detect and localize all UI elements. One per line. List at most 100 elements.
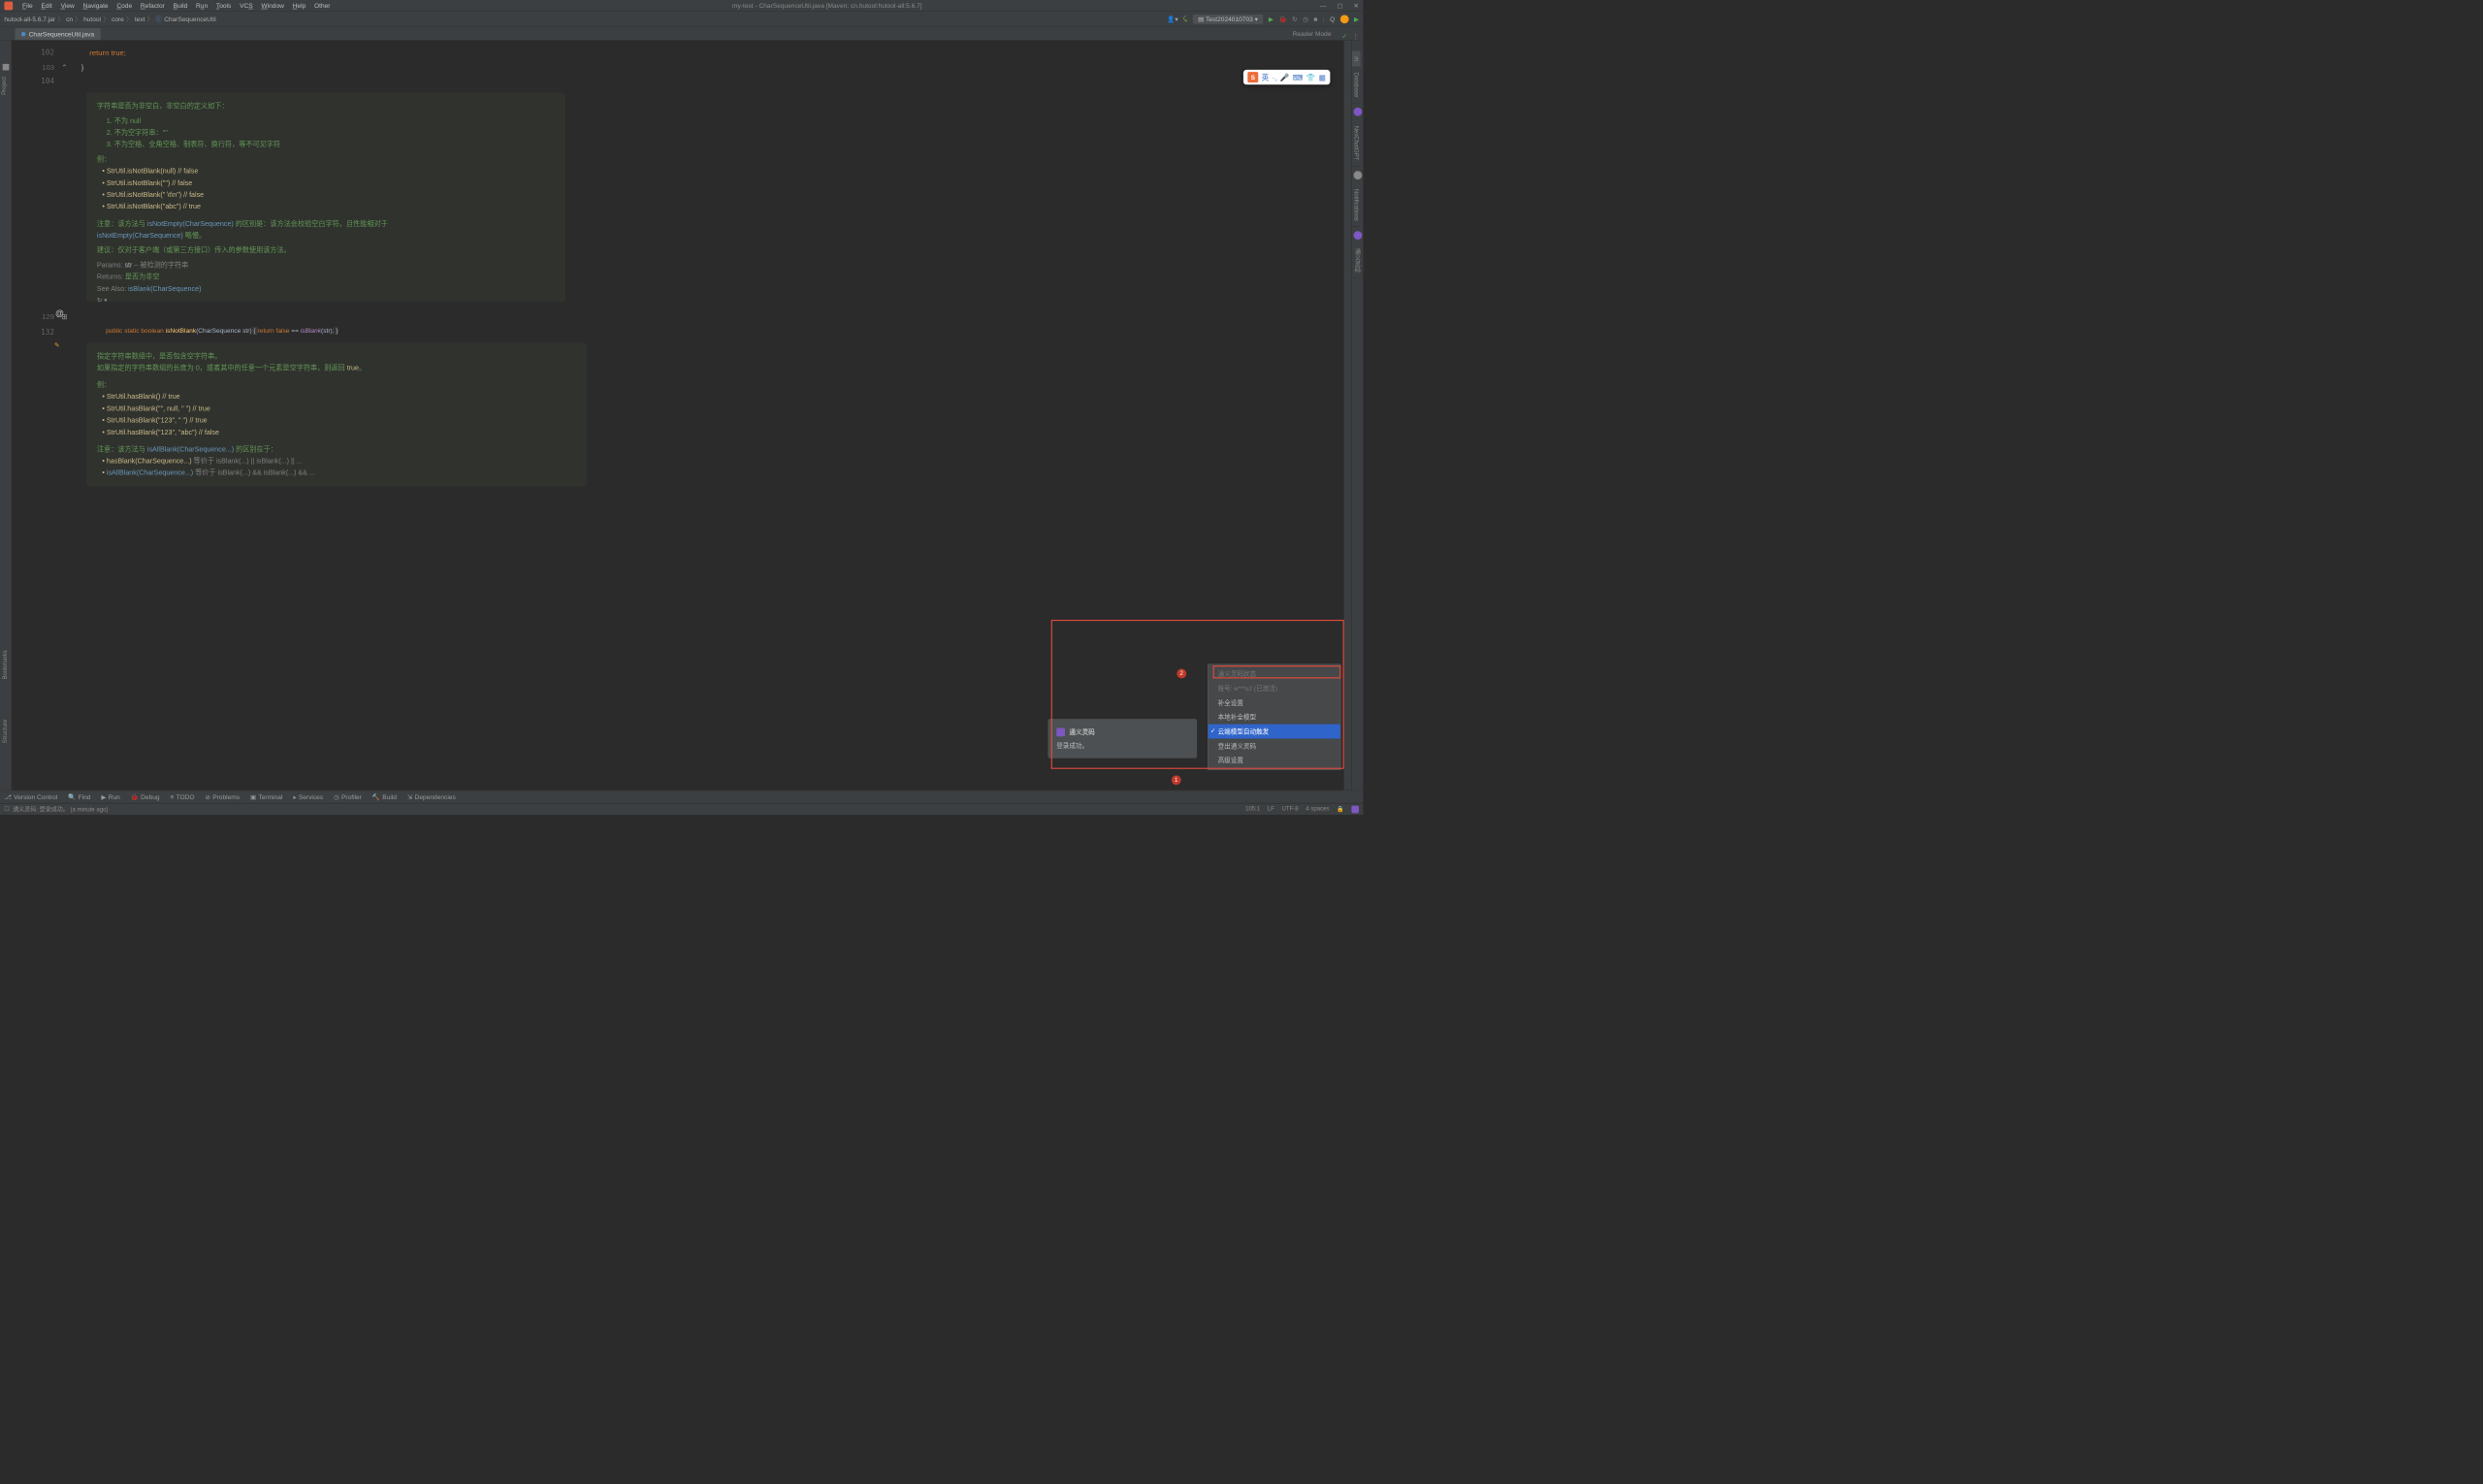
jd-intro: 指定字符串数组中，是否包含空字符串。 [97, 350, 576, 362]
breadcrumb-jar[interactable]: hutool-all-5.6.7.jar [4, 16, 55, 23]
debug-button[interactable]: 🐞 Debug [131, 793, 160, 801]
bottom-tool-bar: ⎇ Version Control 🔍 Find ▶ Run 🐞 Debug ≡… [0, 790, 1363, 803]
lightbulb-icon[interactable]: ✎ [54, 341, 60, 349]
ctx-completion-settings[interactable]: 补全设置 [1209, 695, 1340, 710]
run-configuration-dropdown[interactable]: ▤ Test2024010703 ▾ [1193, 15, 1264, 24]
reader-mode-toggle[interactable]: Reader Mode [1293, 29, 1332, 37]
minimize-icon[interactable]: — [1320, 2, 1327, 10]
file-tab-charsequenceutil[interactable]: CharSequenceUtil.java [15, 28, 100, 40]
menu-navigate[interactable]: Navigate [79, 2, 113, 10]
profile-icon[interactable]: ◷ [1303, 16, 1308, 23]
database-tool-button[interactable]: Database [1352, 67, 1361, 103]
debug-icon[interactable]: 🐞 [1278, 16, 1286, 23]
nexchatgpt-icon[interactable] [1353, 108, 1362, 116]
notifications-tool-button[interactable]: Notifications [1352, 183, 1361, 226]
maven-tool-button[interactable]: m [1352, 51, 1361, 68]
ctx-logout[interactable]: 登出通义灵码 [1209, 738, 1340, 753]
tongyi-icon[interactable] [1353, 231, 1362, 240]
menu-file[interactable]: File [18, 2, 37, 10]
tongyi-tool-button[interactable]: 通义灵码 [1352, 243, 1363, 278]
menu-help[interactable]: Help [288, 2, 309, 10]
build-button[interactable]: 🔨 Build [372, 793, 397, 801]
left-tool-stripe: Project Structure Bookmarks [0, 41, 12, 790]
menu-code[interactable]: Code [113, 2, 137, 10]
tab-options-icon[interactable]: ⋮ [1352, 32, 1359, 40]
menu-edit[interactable]: Edit [37, 2, 56, 10]
run-icon[interactable]: ▶ [1269, 16, 1274, 23]
fold-icon[interactable]: ⌃ [61, 60, 67, 75]
jd-link[interactable]: isAllBlank(CharSequence...) [147, 445, 234, 453]
dependencies-button[interactable]: ⇲ Dependencies [407, 793, 456, 801]
ide-update-icon[interactable] [1340, 15, 1349, 23]
grid-icon[interactable]: ▦ [1319, 73, 1326, 81]
project-tool-icon[interactable] [2, 64, 9, 71]
services-button[interactable]: ▸ Services [293, 793, 323, 801]
override-gutter-icon[interactable]: @ [55, 309, 64, 319]
breadcrumb-pkg-text[interactable]: text [135, 16, 145, 23]
breadcrumb[interactable]: hutool-all-5.6.7.jar〉 cn〉 hutool〉 core〉 … [4, 15, 215, 23]
status-message-icon[interactable]: ☐ [4, 806, 9, 813]
line-separator[interactable]: LF [1268, 805, 1274, 813]
ctx-advanced[interactable]: 高级设置 [1209, 753, 1340, 767]
editor-tabs: CharSequenceUtil.java Reader Mode ✓ ⋮ [0, 26, 1363, 40]
breadcrumb-class[interactable]: CharSequenceUtil [164, 16, 215, 23]
maximize-icon[interactable]: ▢ [1337, 2, 1342, 10]
version-control-button[interactable]: ⎇ Version Control [4, 793, 57, 801]
stop-icon[interactable]: ■ [1313, 16, 1317, 23]
line-number: 129⊞ [12, 309, 73, 324]
tongyi-status-icon[interactable] [1351, 805, 1359, 813]
caret-position[interactable]: 105:1 [1245, 805, 1260, 813]
editor-scrollbar[interactable] [1344, 41, 1352, 790]
lock-icon[interactable]: 🔒 [1337, 805, 1344, 813]
intention-actions-icon[interactable]: ↻ ▾ [97, 296, 108, 304]
structure-tool-button[interactable]: Structure [1, 716, 10, 748]
menu-run[interactable]: Run [192, 2, 212, 10]
jd-link[interactable]: isAllBlank(CharSequence...) [107, 468, 193, 476]
breadcrumb-pkg-cn[interactable]: cn [66, 16, 73, 23]
skin-icon[interactable]: 👕 [1306, 73, 1316, 81]
code-content[interactable]: return true; } [73, 46, 1346, 88]
mic-icon[interactable]: 🎤 [1280, 73, 1290, 81]
bookmarks-tool-button[interactable]: Bookmarks [1, 646, 10, 684]
user-icon[interactable]: 👤▾ [1167, 16, 1178, 23]
profiler-button[interactable]: ◷ Profiler [334, 793, 362, 801]
menu-tools[interactable]: Tools [212, 2, 236, 10]
close-icon[interactable]: ✕ [1354, 2, 1360, 10]
indent[interactable]: 4 spaces [1306, 805, 1329, 813]
build-hammer-icon[interactable]: ⤹ [1183, 15, 1187, 22]
breadcrumb-pkg-hutool[interactable]: hutool [83, 16, 101, 23]
menu-vcs[interactable]: VCS [236, 2, 257, 10]
keyboard-icon[interactable]: ⌨ [1292, 73, 1303, 81]
jd-link[interactable]: isNotEmpty(CharSequence) [97, 231, 183, 239]
ctx-local-model[interactable]: 本地补全模型 [1209, 710, 1340, 725]
code-line-129[interactable]: public static boolean isNotBlank(CharSeq… [91, 309, 338, 324]
search-icon[interactable]: Q [1330, 16, 1335, 23]
notification-tongyi[interactable]: 通义灵码 登录成功。 [1048, 719, 1197, 758]
ctx-cloud-model[interactable]: 云端模型自动触发 [1209, 725, 1340, 739]
jd-link[interactable]: isBlank(CharSequence) [128, 284, 201, 292]
sogou-logo-icon: S [1247, 72, 1258, 82]
menu-view[interactable]: View [56, 2, 79, 10]
todo-button[interactable]: ≡ TODO [171, 793, 195, 801]
ime-lang[interactable]: 英 [1262, 72, 1270, 82]
breadcrumb-pkg-core[interactable]: core [112, 16, 124, 23]
terminal-button[interactable]: ▣ Terminal [250, 793, 282, 801]
run-button[interactable]: ▶ Run [101, 793, 119, 801]
menu-refactor[interactable]: Refactor [137, 2, 170, 10]
encoding[interactable]: UTF-8 [1281, 805, 1298, 813]
find-button[interactable]: 🔍 Find [68, 793, 90, 801]
ime-punct[interactable]: ·, [1273, 73, 1277, 81]
menu-window[interactable]: Window [257, 2, 288, 10]
nexchatgpt-tool-button[interactable]: NexChatGPT [1352, 120, 1361, 166]
jd-link[interactable]: isNotEmpty(CharSequence) [147, 219, 234, 227]
project-tool-button[interactable]: Project [0, 73, 9, 100]
menu-other[interactable]: Other [310, 2, 335, 10]
jetbrains-toolbox-icon[interactable]: ▶ [1354, 16, 1359, 23]
coverage-icon[interactable]: ↻ [1292, 16, 1298, 23]
notifications-icon[interactable] [1353, 171, 1362, 179]
menu-build[interactable]: Build [169, 2, 191, 10]
sogou-ime-toolbar[interactable]: S 英 ·, 🎤 ⌨ 👕 ▦ [1243, 70, 1330, 84]
status-message[interactable]: 通义灵码: 登录成功。 (a minute ago) [13, 805, 108, 814]
problems-button[interactable]: ⊘ Problems [205, 793, 240, 801]
code-editor[interactable]: 102 103⌃ 104 return true; } 字符串是否为非空白，非空… [12, 41, 1351, 790]
